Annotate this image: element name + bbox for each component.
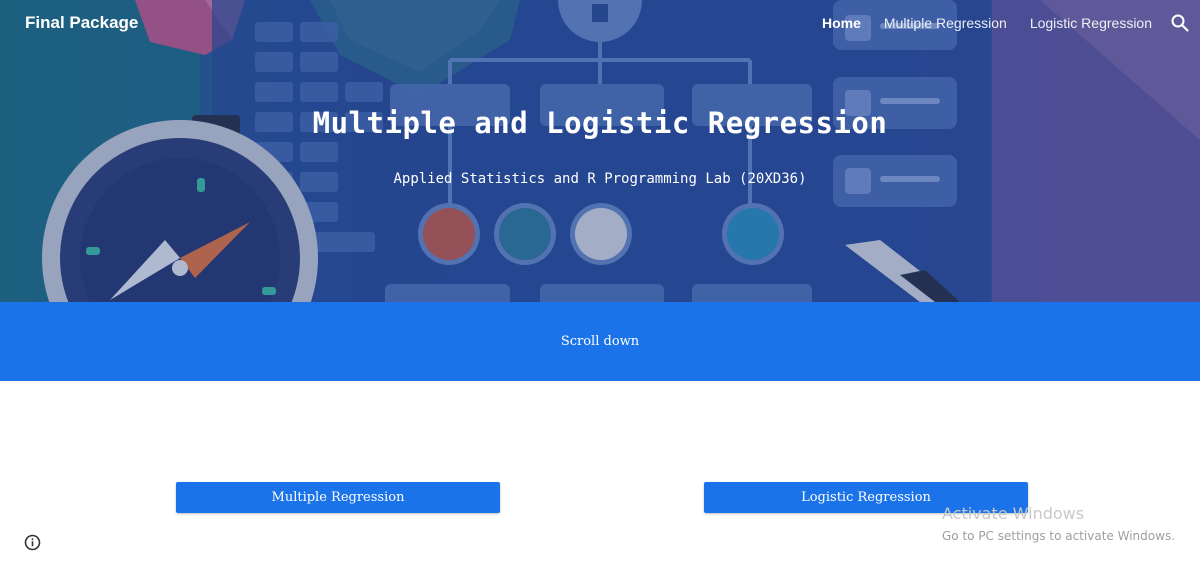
page-subtitle: Applied Statistics and R Programming Lab… xyxy=(393,171,807,187)
nav-multiple-regression[interactable]: Multiple Regression xyxy=(884,15,1007,31)
watermark-title: Activate Windows xyxy=(942,504,1085,523)
info-icon[interactable] xyxy=(24,534,41,551)
multiple-regression-button[interactable]: Multiple Regression xyxy=(176,482,500,513)
nav-logistic-regression[interactable]: Logistic Regression xyxy=(1030,15,1152,31)
scroll-down-link[interactable]: Scroll down xyxy=(0,334,1200,349)
main-nav: Home Multiple Regression Logistic Regres… xyxy=(822,15,1152,31)
site-title-link[interactable]: Final Package xyxy=(25,13,138,33)
activate-windows-watermark: Activate Windows Go to PC settings to ac… xyxy=(942,504,1175,543)
hero-banner: Final Package Home Multiple Regression L… xyxy=(0,0,1200,302)
top-navigation-bar: Final Package Home Multiple Regression L… xyxy=(0,0,1200,48)
nav-home[interactable]: Home xyxy=(822,15,861,31)
page-title: Multiple and Logistic Regression xyxy=(312,106,888,140)
scroll-banner: Scroll down xyxy=(0,302,1200,381)
search-icon[interactable] xyxy=(1170,13,1190,33)
watermark-subtitle: Go to PC settings to activate Windows. xyxy=(942,529,1176,543)
